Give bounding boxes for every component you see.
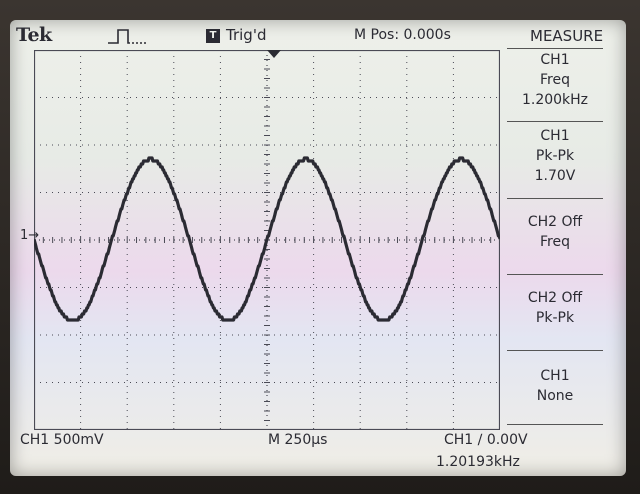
- menu-separator: [507, 274, 603, 275]
- measure-menu: CH1 Freq 1.200kHz CH1 Pk-Pk 1.70V CH2 Of…: [507, 48, 626, 428]
- oscilloscope-screen: Tek T Trig'd M Pos: 0.000s MEASURE CH1 F…: [10, 20, 626, 476]
- trigger-source-level: CH1 ∕ 0.00V: [444, 432, 528, 448]
- menu-item-type: None: [536, 388, 574, 404]
- acquisition-run-icon: [108, 29, 146, 44]
- ch1-ground-marker: 1→: [20, 228, 40, 243]
- menu-item-source: CH1: [540, 52, 570, 68]
- menu-item-ch1-freq[interactable]: CH1 Freq 1.200kHz: [507, 50, 603, 110]
- graticule: [34, 50, 500, 430]
- menu-separator: [507, 198, 603, 199]
- menu-title: MEASURE: [530, 27, 604, 45]
- menu-item-value: 1.200kHz: [521, 92, 589, 108]
- brand-logo: Tek: [16, 24, 52, 46]
- timebase-readout: M 250µs: [268, 432, 328, 448]
- menu-item-type: Freq: [540, 234, 570, 250]
- horizontal-position-readout: M Pos: 0.000s: [354, 27, 451, 43]
- menu-separator: [507, 48, 603, 49]
- menu-item-ch1-none[interactable]: CH1 None: [507, 366, 603, 406]
- menu-item-source: CH2 Off: [527, 290, 583, 306]
- menu-item-ch1-pkpk[interactable]: CH1 Pk-Pk 1.70V: [507, 126, 603, 186]
- menu-separator: [507, 350, 603, 351]
- trigger-frequency-counter: 1.20193kHz: [436, 454, 520, 470]
- menu-item-type: Pk-Pk: [535, 310, 575, 326]
- trigger-status-icon: T: [206, 29, 220, 43]
- menu-item-ch2-pkpk[interactable]: CH2 Off Pk-Pk: [507, 288, 603, 328]
- menu-item-source: CH2 Off: [527, 214, 583, 230]
- menu-item-value: 1.70V: [534, 168, 576, 184]
- menu-separator: [507, 424, 603, 425]
- menu-item-type: Pk-Pk: [535, 148, 575, 164]
- menu-item-ch2-freq[interactable]: CH2 Off Freq: [507, 212, 603, 252]
- menu-item-type: Freq: [540, 72, 570, 88]
- menu-item-source: CH1: [540, 368, 570, 384]
- trigger-status-text: Trig'd: [226, 26, 267, 44]
- trigger-position-marker: [267, 50, 281, 58]
- ch1-vertical-scale: CH1 500mV: [20, 432, 104, 448]
- menu-item-source: CH1: [540, 128, 570, 144]
- menu-separator: [507, 121, 603, 122]
